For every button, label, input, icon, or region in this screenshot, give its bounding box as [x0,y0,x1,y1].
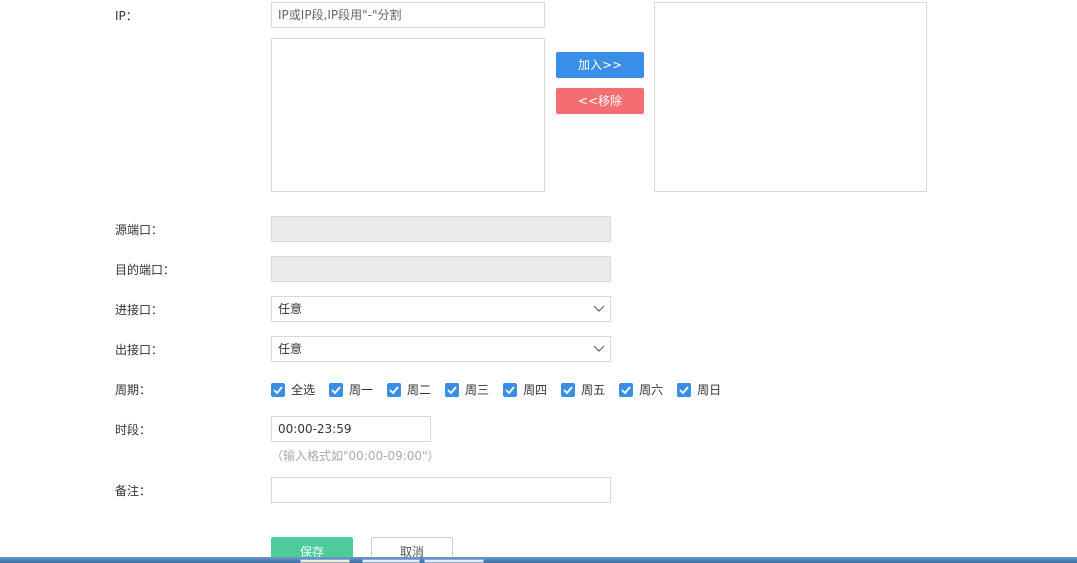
taskbar-item[interactable] [362,559,420,563]
checkbox-checked-icon[interactable] [561,382,576,397]
weekday-label: 周五 [581,383,606,397]
weekday-option-wed[interactable]: 周三 [445,381,489,398]
remark-input[interactable] [271,477,611,503]
weekday-option-sun[interactable]: 周日 [677,381,721,398]
period-label: 周期： [115,383,152,397]
taskbar-item[interactable] [424,559,484,563]
chevron-down-icon [593,345,605,352]
taskbar-item[interactable] [300,559,350,563]
weekday-label: 周日 [697,383,722,397]
weekday-option-mon[interactable]: 周一 [329,381,373,398]
ip-source-list[interactable] [271,38,545,192]
in-interface-label: 进接口： [115,303,164,317]
weekday-option-thu[interactable]: 周四 [503,381,547,398]
in-interface-select[interactable]: 任意 [271,296,611,322]
weekday-option-tue[interactable]: 周二 [387,381,431,398]
checkbox-checked-icon[interactable] [619,382,634,397]
ip-selected-list[interactable] [654,2,927,192]
os-taskbar [0,557,1077,563]
weekday-label: 周二 [407,383,432,397]
remark-label: 备注： [115,484,152,498]
weekday-checkbox-group: 全选 周一 周二 周三 周四 周五 周六 周日 [271,381,735,398]
weekday-option-all[interactable]: 全选 [271,381,315,398]
checkbox-checked-icon[interactable] [271,382,285,397]
dst-port-input[interactable] [271,256,611,282]
dst-port-label: 目的端口： [115,263,176,277]
out-interface-value: 任意 [278,342,303,356]
weekday-label: 全选 [291,383,316,397]
ip-input[interactable] [271,2,545,28]
time-format-hint: （输入格式如"00:00-09:00"） [271,449,440,463]
ip-label: IP： [115,9,138,23]
checkbox-checked-icon[interactable] [503,382,518,397]
checkbox-checked-icon[interactable] [445,382,460,397]
time-label: 时段： [115,423,152,437]
src-port-label: 源端口： [115,223,164,237]
checkbox-checked-icon[interactable] [387,382,402,397]
in-interface-value: 任意 [278,302,303,316]
add-button[interactable]: 加入>> [556,52,644,78]
out-interface-label: 出接口： [115,343,164,357]
weekday-option-fri[interactable]: 周五 [561,381,605,398]
weekday-label: 周一 [349,383,374,397]
weekday-label: 周四 [523,383,548,397]
weekday-label: 周六 [639,383,664,397]
weekday-option-sat[interactable]: 周六 [619,381,663,398]
checkbox-checked-icon[interactable] [677,382,692,397]
out-interface-select[interactable]: 任意 [271,336,611,362]
remove-button[interactable]: <<移除 [556,88,644,114]
weekday-label: 周三 [465,383,490,397]
chevron-down-icon [593,305,605,312]
checkbox-checked-icon[interactable] [329,382,344,397]
time-range-input[interactable] [271,416,431,442]
src-port-input[interactable] [271,216,611,242]
